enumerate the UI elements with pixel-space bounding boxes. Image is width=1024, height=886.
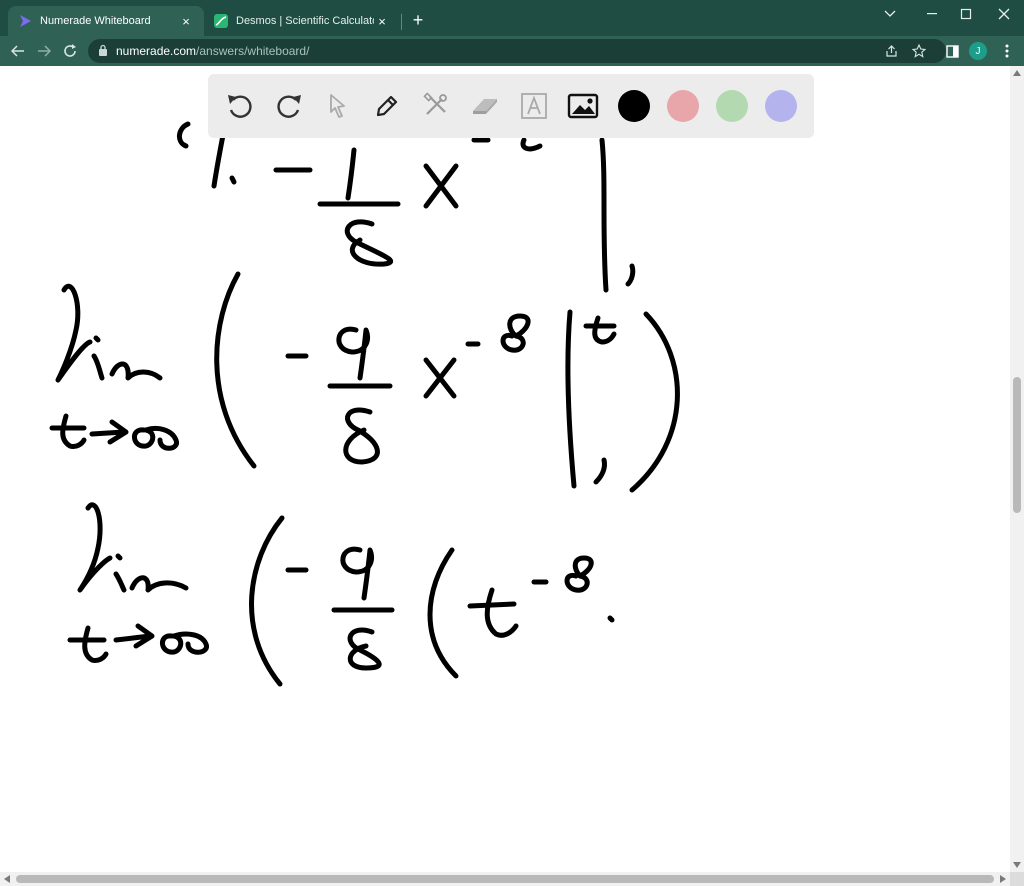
forward-arrow-icon[interactable] [34,41,54,61]
close-tab-icon[interactable]: × [178,13,194,29]
color-swatch-green[interactable] [712,86,752,126]
ink-stroke [344,219,393,267]
ink-stroke [160,631,209,655]
ink-stroke [423,163,459,209]
ink-stroke [115,553,123,561]
ink-stroke [343,407,380,465]
swatch-fill [716,90,748,122]
ink-stroke [109,361,163,381]
profile-avatar[interactable]: J [969,42,987,60]
tools-icon[interactable] [416,86,456,126]
side-panel-icon[interactable] [942,41,962,61]
color-swatch-purple[interactable] [761,86,801,126]
address-bar[interactable]: numerade.com/answers/whiteboard/ [88,39,946,63]
ink-stroke [607,615,615,623]
ink-stroke [55,283,93,383]
tab-desmos-calculator[interactable]: Desmos | Scientific Calculator × [204,6,400,36]
ink-stroke [129,575,189,593]
ink-stroke [91,353,105,381]
ink-stroke [484,587,519,638]
share-icon[interactable] [882,42,900,60]
ink-stroke [423,357,457,399]
scrollbar-corner [1010,872,1024,886]
color-swatch-pink[interactable] [663,86,703,126]
tab-strip: Numerade Whiteboard × Desmos | Scientifi… [0,0,1024,36]
ink-stroke [113,623,155,649]
drawing-toolbar [208,74,814,138]
ink-stroke [345,147,357,201]
ink-stroke [214,271,257,469]
handwritten-math-drawing [49,117,680,687]
ink-stroke [177,121,191,149]
bookmark-star-icon[interactable] [910,42,928,60]
ink-stroke [592,315,617,345]
ink-stroke [336,326,370,381]
undo-icon[interactable] [220,86,260,126]
reload-icon[interactable] [60,41,80,61]
select-cursor-icon[interactable] [318,86,358,126]
browser-toolbar: numerade.com/answers/whiteboard/ J [0,36,1024,66]
swatch-fill [765,90,797,122]
ink-stroke [347,627,382,671]
ink-stroke [625,263,636,287]
scroll-down-arrow-icon[interactable] [1013,862,1021,868]
tab-title: Desmos | Scientific Calculator [236,15,374,27]
ink-stroke [629,311,680,493]
close-icon[interactable] [990,4,1018,24]
url-path: /answers/whiteboard/ [196,44,310,58]
swatch-fill [667,90,699,122]
ink-stroke [340,546,374,601]
whiteboard-canvas[interactable] [0,66,1010,872]
numerade-play-icon [20,15,31,27]
ink-stroke [77,502,113,593]
back-arrow-icon[interactable] [8,41,28,61]
image-icon[interactable] [563,86,603,126]
scroll-left-arrow-icon[interactable] [4,875,10,883]
ink-stroke [467,601,517,609]
ink-stroke [93,335,101,343]
ink-stroke [565,309,577,489]
ink-stroke [520,137,543,152]
minimize-icon[interactable] [918,4,946,24]
tab-numerade-whiteboard[interactable]: Numerade Whiteboard × [8,6,204,36]
ink-stroke [593,457,607,485]
maximize-icon[interactable] [952,4,980,24]
ink-stroke [249,515,285,687]
horizontal-scroll-thumb[interactable] [16,875,994,883]
vertical-scroll-thumb[interactable] [1013,377,1021,513]
color-swatch-black[interactable] [614,86,654,126]
ink-stroke [113,571,127,593]
url-host: numerade.com [116,44,197,58]
scroll-up-arrow-icon[interactable] [1013,70,1021,76]
ink-stroke [89,419,129,445]
ink-stroke [500,313,531,353]
pen-icon[interactable] [367,86,407,126]
ink-stroke [60,413,87,449]
url-text: numerade.com/answers/whiteboard/ [116,44,309,58]
horizontal-scrollbar[interactable] [0,872,1010,886]
chevron-down-icon[interactable] [876,4,904,24]
close-tab-icon[interactable]: × [374,13,390,29]
vertical-scrollbar[interactable] [1010,66,1024,872]
ink-stroke [229,175,237,185]
tab-separator [401,14,402,30]
ink-stroke [82,625,109,663]
desmos-graph-icon [214,14,228,28]
new-tab-button[interactable]: + [407,9,429,31]
ink-stroke [564,555,594,593]
scroll-right-arrow-icon[interactable] [1000,875,1006,883]
ink-stroke [132,425,179,451]
lock-icon [99,44,107,56]
ink-stroke [599,137,609,293]
redo-icon[interactable] [269,86,309,126]
eraser-icon[interactable] [465,86,505,126]
kebab-menu-icon[interactable] [997,41,1017,61]
text-icon[interactable] [514,86,554,126]
swatch-fill [618,90,650,122]
tab-title: Numerade Whiteboard [40,15,151,27]
ink-stroke [427,547,459,679]
